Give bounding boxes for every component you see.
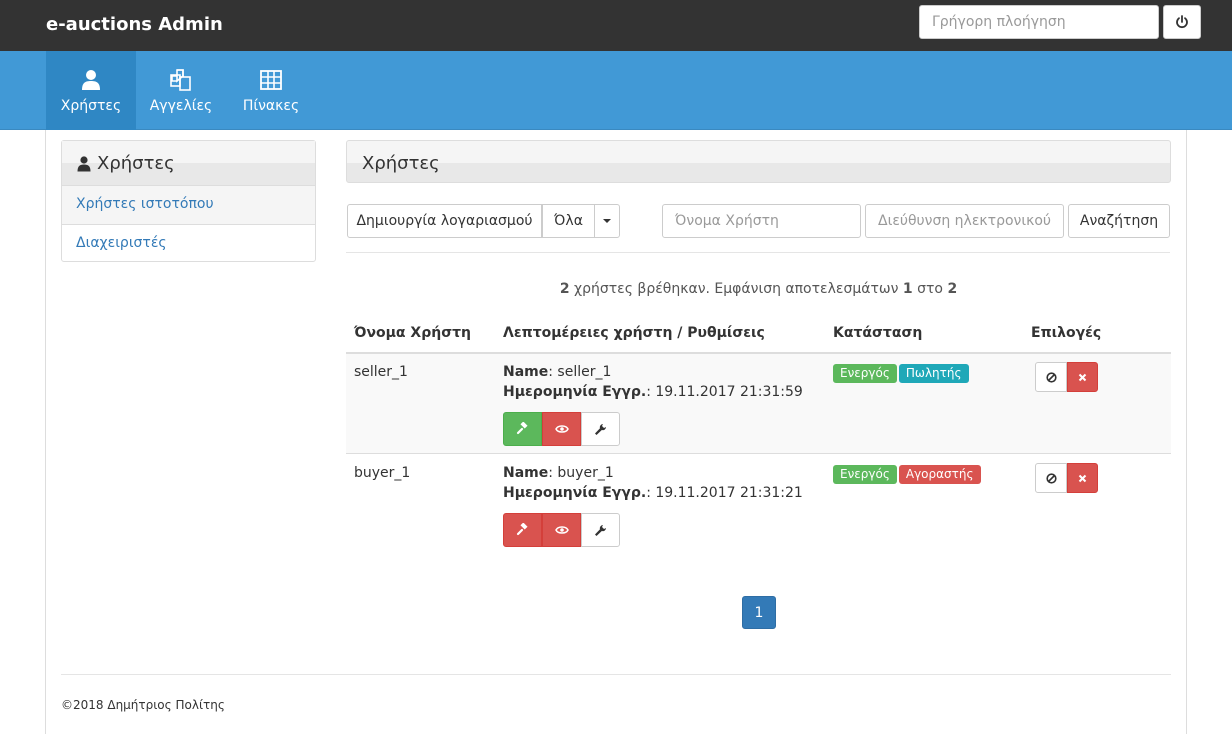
results-count: 2: [559, 281, 570, 297]
menu-item-label: Πίνακες: [242, 97, 300, 114]
eye-icon: [554, 526, 569, 534]
row-name: Name: buyer_1: [503, 465, 614, 481]
edit-user-button[interactable]: [581, 513, 620, 547]
pagination-page[interactable]: 1: [742, 596, 776, 629]
filter-button[interactable]: Όλα: [542, 204, 595, 238]
user-options-group: [1035, 463, 1098, 493]
delete-user-button[interactable]: [1067, 463, 1098, 493]
row-status: Ενεργός Αγοραστής: [833, 465, 983, 484]
row-date: Ημερομηνία Εγγρ.: 19.11.2017 21:31:59: [503, 384, 803, 400]
row-status: Ενεργός Πωλητής: [833, 364, 971, 383]
role-badge: Πωλητής: [898, 364, 969, 383]
copy-icon: [169, 68, 193, 92]
quick-search-input[interactable]: [919, 5, 1159, 39]
date-value: : 19.11.2017 21:31:21: [646, 485, 803, 501]
status-badge: Ενεργός: [833, 465, 897, 484]
logout-button[interactable]: [1163, 5, 1201, 39]
column-header-details: Λεπτομέρειες χρήστη / Ρυθμίσεις: [503, 325, 765, 341]
user-settings-group: [503, 412, 620, 446]
status-badge: Ενεργός: [833, 364, 897, 383]
gavel-icon: [516, 422, 528, 435]
name-value: : seller_1: [548, 364, 612, 380]
ban-user-button[interactable]: [1035, 463, 1067, 493]
main-menu: Χρήστες Αγγελίες Πίνακες: [0, 51, 1232, 130]
row-name: Name: seller_1: [503, 364, 611, 380]
delete-user-button[interactable]: [1067, 362, 1098, 392]
wrench-icon: [595, 423, 606, 435]
ban-user-button[interactable]: [1035, 362, 1067, 392]
menu-item-tables[interactable]: Πίνακες: [226, 51, 316, 130]
toggle-seller-button[interactable]: [503, 513, 542, 547]
view-user-button[interactable]: [542, 412, 581, 446]
divider: [346, 252, 1170, 253]
name-label: Name: [503, 465, 549, 481]
row-date: Ημερομηνία Εγγρ.: 19.11.2017 21:31:21: [503, 485, 803, 501]
sidebar: Χρήστες Χρήστες ιστοτόπου Διαχειριστές: [61, 140, 316, 262]
name-value: : buyer_1: [548, 465, 614, 481]
menu-item-ads[interactable]: Αγγελίες: [136, 51, 226, 130]
view-user-button[interactable]: [542, 513, 581, 547]
menu-item-label: Αγγελίες: [149, 97, 213, 114]
search-button[interactable]: Αναζήτηση: [1068, 204, 1170, 238]
toggle-seller-button[interactable]: [503, 412, 542, 446]
footer-divider: [61, 674, 1171, 675]
menu-item-users[interactable]: Χρήστες: [46, 51, 136, 130]
ban-icon: [1045, 472, 1057, 484]
eye-icon: [554, 425, 569, 433]
column-header-username: Όνομα Χρήστη: [354, 325, 472, 341]
app-brand[interactable]: e-auctions Admin: [46, 14, 223, 35]
ban-icon: [1045, 371, 1057, 383]
wrench-icon: [595, 524, 606, 536]
role-badge: Αγοραστής: [898, 465, 981, 484]
user-options-group: [1035, 362, 1098, 392]
close-icon: [1078, 373, 1087, 381]
gavel-icon: [516, 523, 528, 536]
row-username: seller_1: [354, 364, 408, 380]
email-search-input[interactable]: [865, 204, 1064, 238]
filter-dropdown-toggle[interactable]: [594, 204, 620, 238]
power-icon: [1176, 15, 1188, 29]
table-icon: [260, 68, 282, 92]
sidebar-title: Χρήστες: [97, 153, 175, 174]
sidebar-item-admins[interactable]: Διαχειριστές: [62, 225, 315, 261]
footer-text: ©2018 Δημήτριος Πολίτης: [61, 698, 225, 712]
edit-user-button[interactable]: [581, 412, 620, 446]
date-label: Ημερομηνία Εγγρ.: [503, 384, 647, 400]
user-settings-group: [503, 513, 620, 547]
column-header-status: Κατάσταση: [833, 325, 923, 341]
chevron-down-icon: [603, 219, 611, 223]
menu-item-label: Χρήστες: [60, 97, 122, 114]
results-from: 1: [902, 281, 913, 297]
user-icon: [81, 68, 101, 92]
table-row: buyer_1 Name: buyer_1 Ημερομηνία Εγγρ.: …: [346, 455, 1171, 555]
results-to: 2: [947, 281, 958, 297]
page-title: Χρήστες: [346, 140, 1171, 183]
sidebar-item-site-users[interactable]: Χρήστες ιστοτόπου: [62, 186, 315, 225]
top-navbar: e-auctions Admin: [0, 0, 1232, 51]
table-row: seller_1 Name: seller_1 Ημερομηνία Εγγρ.…: [346, 354, 1171, 454]
date-label: Ημερομηνία Εγγρ.: [503, 485, 647, 501]
sidebar-header: Χρήστες: [62, 141, 315, 186]
username-search-input[interactable]: [662, 204, 861, 238]
row-username: buyer_1: [354, 465, 411, 481]
name-label: Name: [503, 364, 549, 380]
date-value: : 19.11.2017 21:31:59: [646, 384, 803, 400]
create-account-button[interactable]: Δημιουργία λογαριασμού: [347, 204, 542, 238]
close-icon: [1078, 474, 1087, 482]
results-text: στο: [912, 281, 948, 297]
user-icon: [77, 156, 91, 172]
results-summary: 2 χρήστες βρέθηκαν. Εμφάνιση αποτελεσμάτ…: [346, 281, 1171, 297]
results-text: χρήστες βρέθηκαν. Εμφάνιση αποτελεσμάτων: [569, 281, 903, 297]
column-header-options: Επιλογές: [1031, 325, 1102, 341]
